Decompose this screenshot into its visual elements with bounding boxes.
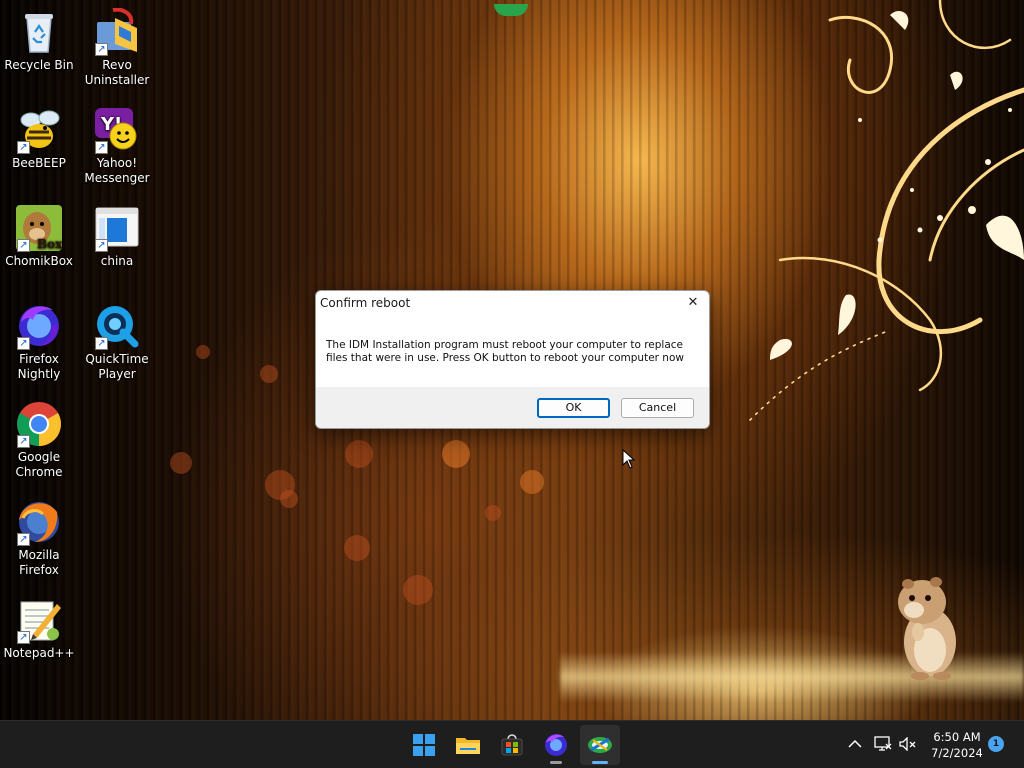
taskbar-idm-installer[interactable] <box>580 725 620 765</box>
dialog-title: Confirm reboot <box>320 296 411 310</box>
desktop-icon-label: QuickTime Player <box>85 352 149 381</box>
shortcut-arrow-icon: ↗ <box>17 141 30 154</box>
desktop-icon-label: Yahoo! Messenger <box>84 156 150 185</box>
wallpaper-bokeh <box>260 365 278 383</box>
desktop-icon-label: china <box>100 254 134 268</box>
cancel-button[interactable]: Cancel <box>621 398 694 418</box>
hamster-desktop-pet <box>898 577 956 680</box>
shortcut-arrow-icon: ↗ <box>17 337 30 350</box>
desktop-icon-china[interactable]: ↗ china <box>78 204 156 269</box>
windows-start-icon <box>413 734 435 756</box>
firefox-icon: ↗ <box>15 498 63 546</box>
clock-date: 7/2/2024 <box>931 746 983 760</box>
desktop-icon-notepad-plus-plus[interactable]: ↗ Notepad++ <box>0 596 78 661</box>
desktop-icon-label: Recycle Bin <box>4 58 74 72</box>
document-window-icon: ↗ <box>93 204 141 252</box>
wallpaper-bokeh <box>485 505 501 521</box>
confirm-reboot-dialog: Confirm reboot ✕ The IDM Installation pr… <box>315 290 710 429</box>
store-icon <box>501 734 523 756</box>
desktop-icon-label: Revo Uninstaller <box>84 58 150 87</box>
wallpaper-bokeh <box>196 345 210 359</box>
shortcut-arrow-icon: ↗ <box>95 337 108 350</box>
chomikbox-badge-text: Box <box>37 237 63 251</box>
taskbar-start-button[interactable] <box>404 725 444 765</box>
firefox-nightly-icon: ↗ <box>15 302 63 350</box>
taskbar-firefox-nightly[interactable] <box>536 725 576 765</box>
desktop-icon-label: Firefox Nightly <box>17 352 61 381</box>
shortcut-arrow-icon: ↗ <box>17 239 30 252</box>
taskbar-microsoft-store[interactable] <box>492 725 532 765</box>
wallpaper-bokeh <box>442 440 470 468</box>
chevron-up-icon <box>848 739 862 748</box>
taskbar: 6:50 AM 7/2/2024 <box>0 720 1024 768</box>
tray-volume-button[interactable] <box>896 721 918 768</box>
clock-time: 6:50 AM <box>933 730 981 744</box>
wallpaper-bokeh <box>344 535 370 561</box>
wallpaper-bokeh <box>520 470 544 494</box>
notification-badge[interactable]: 1 <box>988 736 1004 752</box>
mouse-pointer-icon <box>622 449 636 469</box>
desktop-icon-yahoo-messenger[interactable]: Y! ↗ Yahoo! Messenger <box>78 106 156 186</box>
desktop-icon-label: Mozilla Firefox <box>18 548 60 577</box>
dialog-message-line: The IDM Installation program must reboot… <box>326 339 684 351</box>
wallpaper-bokeh <box>170 452 192 474</box>
chrome-icon: ↗ <box>15 400 63 448</box>
shortcut-arrow-icon: ↗ <box>95 239 108 252</box>
yahoo-messenger-icon: Y! ↗ <box>93 106 141 154</box>
shortcut-arrow-icon: ↗ <box>17 533 30 546</box>
recycle-bin-icon <box>15 8 63 56</box>
tray-network-button[interactable] <box>870 721 894 768</box>
firefox-nightly-icon <box>545 734 567 756</box>
desktop-icon-quicktime[interactable]: ↗ QuickTime Player <box>78 302 156 382</box>
shortcut-arrow-icon: ↗ <box>95 141 108 154</box>
wallpaper-bokeh <box>345 440 373 468</box>
close-icon: ✕ <box>687 295 699 310</box>
desktop-icon-mozilla-firefox[interactable]: ↗ Mozilla Firefox <box>0 498 78 578</box>
desktop-icon-label: Notepad++ <box>3 646 75 660</box>
dialog-button-bar: OK Cancel <box>316 387 709 428</box>
shortcut-arrow-icon: ↗ <box>17 631 30 644</box>
idm-icon <box>588 737 612 753</box>
desktop-icon-recycle-bin[interactable]: Recycle Bin <box>0 8 78 73</box>
volume-muted-icon <box>899 737 916 751</box>
folder-icon <box>456 738 480 754</box>
wallpaper-bokeh <box>403 575 433 605</box>
dialog-close-button[interactable]: ✕ <box>679 291 707 316</box>
running-indicator <box>592 761 608 764</box>
desktop-icon-beebeep[interactable]: ↗ BeeBEEP <box>0 106 78 171</box>
tray-clock[interactable]: 6:50 AM 7/2/2024 <box>918 729 996 761</box>
running-indicator <box>550 761 562 764</box>
chomikbox-icon: Box ↗ <box>15 204 63 252</box>
dialog-message-line: files that were in use. Press OK button … <box>326 352 684 364</box>
ok-button[interactable]: OK <box>537 398 610 418</box>
desktop-icon-label: BeeBEEP <box>12 156 66 170</box>
desktop-icon-chomikbox[interactable]: Box ↗ ChomikBox <box>0 204 78 269</box>
wallpaper-swirl-ornament <box>749 0 1024 421</box>
notepad-plus-plus-icon: ↗ <box>15 596 63 644</box>
desktop-icon-google-chrome[interactable]: ↗ Google Chrome <box>0 400 78 480</box>
show-hidden-icons-button[interactable] <box>844 721 866 768</box>
quicktime-icon: ↗ <box>93 302 141 350</box>
desktop-icon-label: Google Chrome <box>15 450 63 479</box>
shortcut-arrow-icon: ↗ <box>95 43 108 56</box>
beebeep-icon: ↗ <box>15 106 63 154</box>
taskbar-file-explorer[interactable] <box>448 725 488 765</box>
desktop-icon-firefox-nightly[interactable]: ↗ Firefox Nightly <box>0 302 78 382</box>
desktop-icon-label: ChomikBox <box>5 254 73 268</box>
dialog-message: The IDM Installation program must reboot… <box>316 316 709 387</box>
shortcut-arrow-icon: ↗ <box>17 435 30 448</box>
network-icon <box>874 736 892 751</box>
revo-uninstaller-icon: ↗ <box>93 7 141 56</box>
wallpaper-bokeh <box>280 490 298 508</box>
desktop-icon-revo-uninstaller[interactable]: ↗ Revo Uninstaller <box>78 7 156 88</box>
